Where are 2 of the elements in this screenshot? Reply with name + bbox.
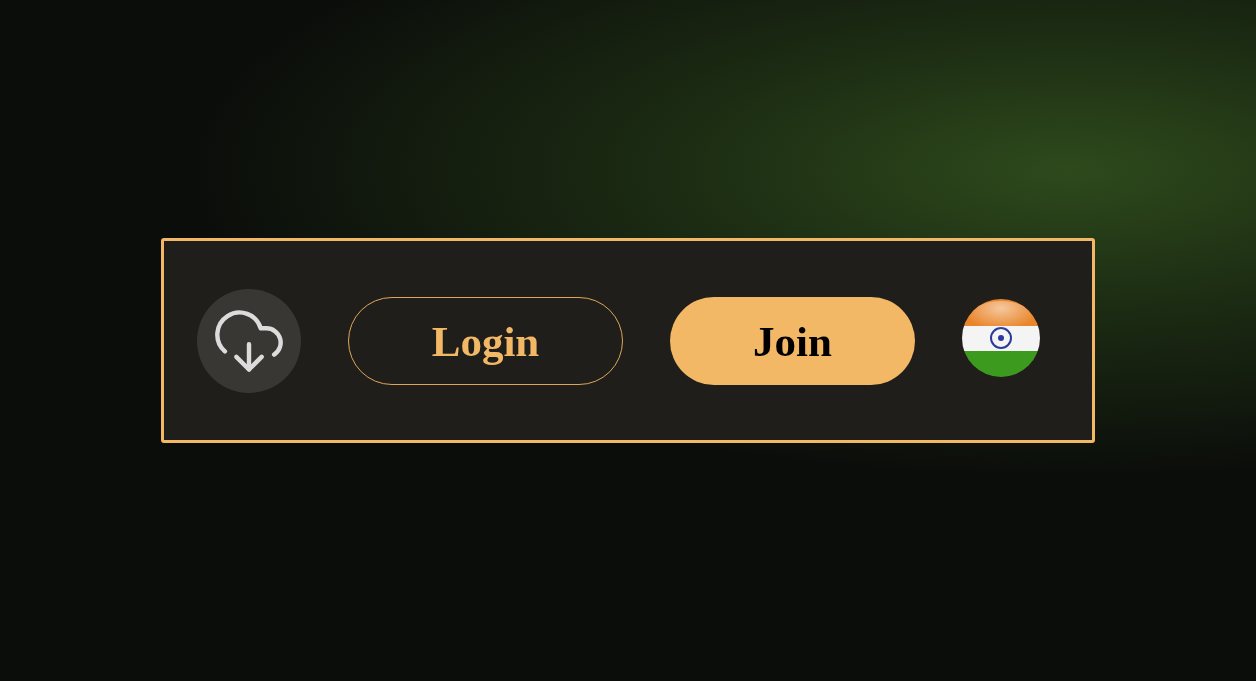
join-button[interactable]: Join xyxy=(670,296,915,385)
flag-icon[interactable] xyxy=(962,298,1040,377)
